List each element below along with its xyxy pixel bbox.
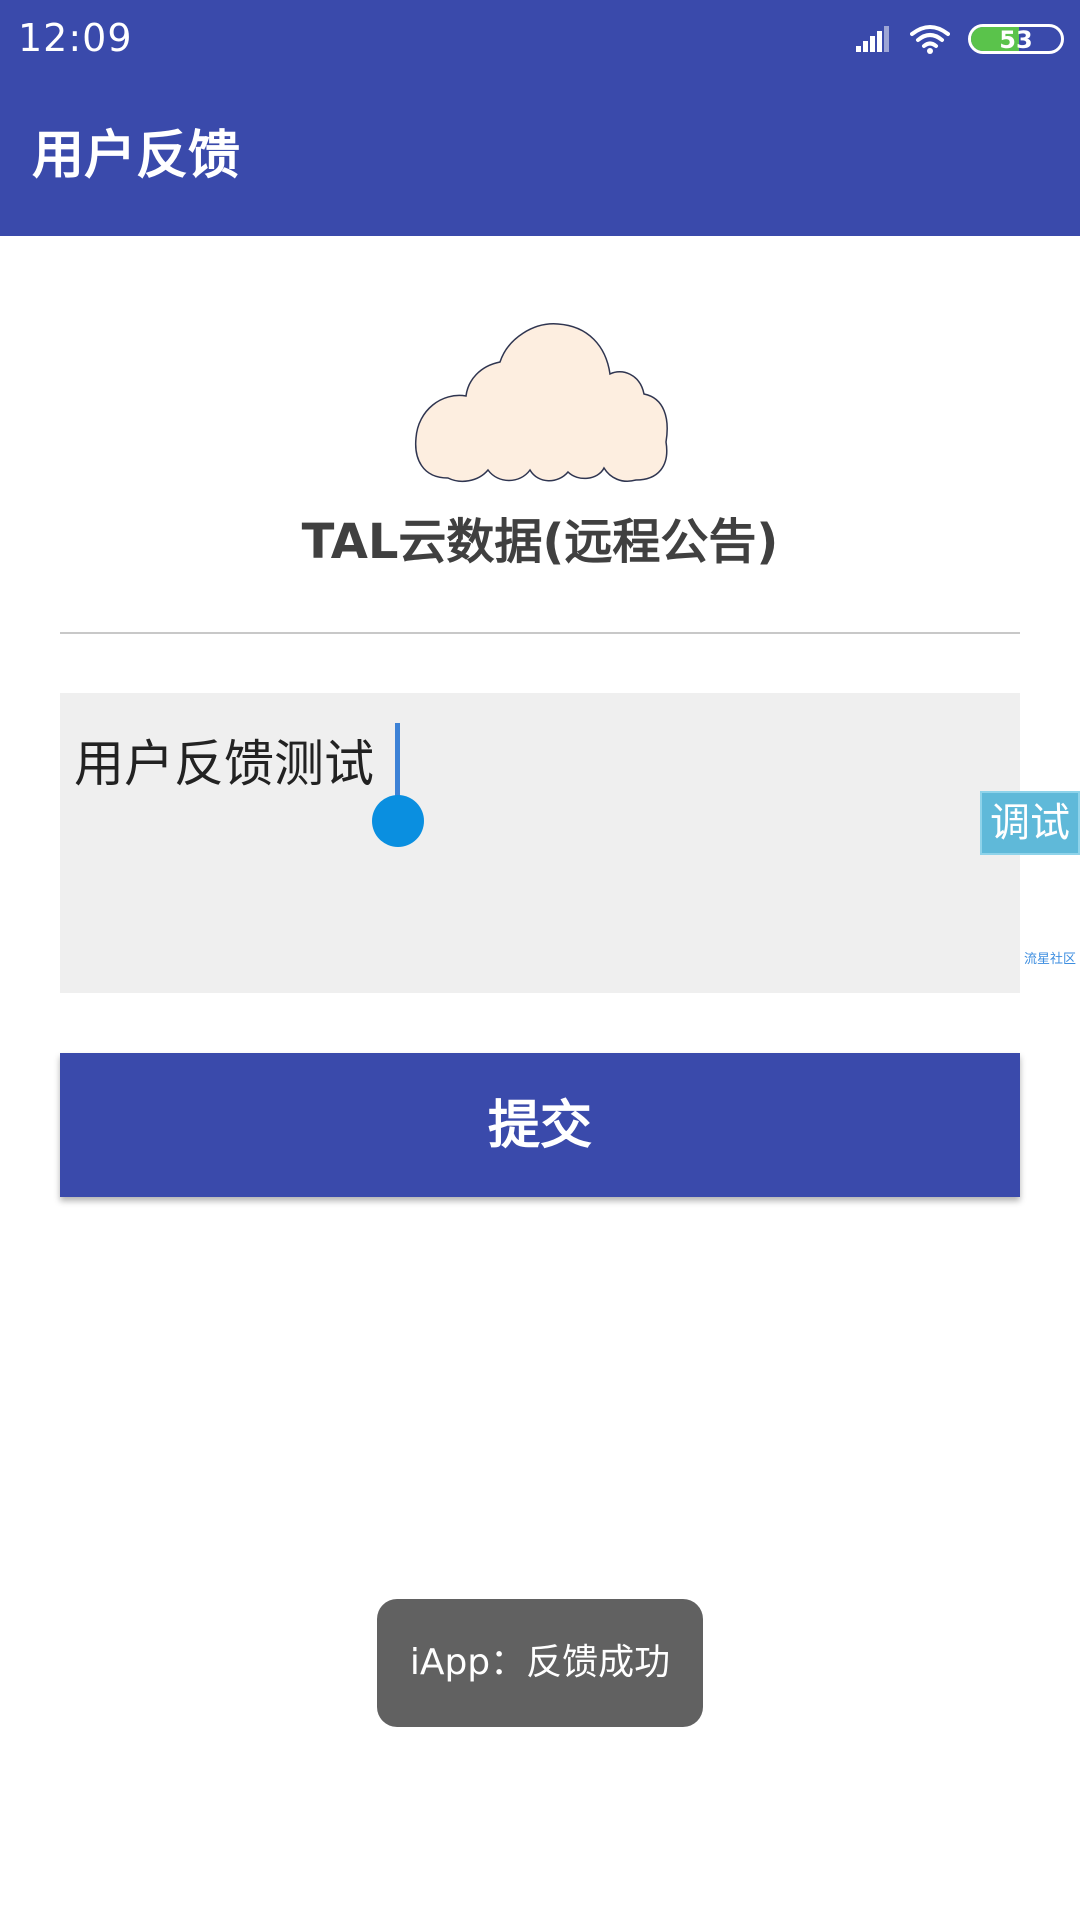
battery-indicator: 53 <box>968 24 1064 54</box>
cloud-icon <box>414 323 668 483</box>
text-cursor <box>395 723 400 805</box>
debug-button[interactable]: 调试 <box>980 791 1080 855</box>
submit-button[interactable]: 提交 <box>60 1053 1020 1197</box>
screen: 12:09 53 用户反馈 TAL云数据(远程公告) 用户反馈测试 调试 流星社… <box>0 0 1080 1920</box>
page-title: 用户反馈 <box>32 126 241 186</box>
status-icons: 53 <box>856 18 1064 60</box>
community-link[interactable]: 流星社区 <box>1024 950 1076 970</box>
wifi-icon <box>910 25 950 54</box>
feedback-input-value[interactable]: 用户反馈测试 <box>74 729 374 799</box>
feedback-input[interactable]: 用户反馈测试 <box>60 693 1020 993</box>
battery-level: 53 <box>999 26 1033 54</box>
divider <box>60 632 1020 634</box>
app-bar: 用户反馈 <box>0 76 1080 236</box>
headline: TAL云数据(远程公告) <box>301 514 779 570</box>
status-bar: 12:09 53 <box>0 0 1080 76</box>
signal-bars-icon <box>856 26 889 52</box>
toast-message: iApp：反馈成功 <box>377 1599 703 1727</box>
cursor-handle[interactable] <box>372 795 424 847</box>
status-time: 12:09 <box>18 16 133 60</box>
